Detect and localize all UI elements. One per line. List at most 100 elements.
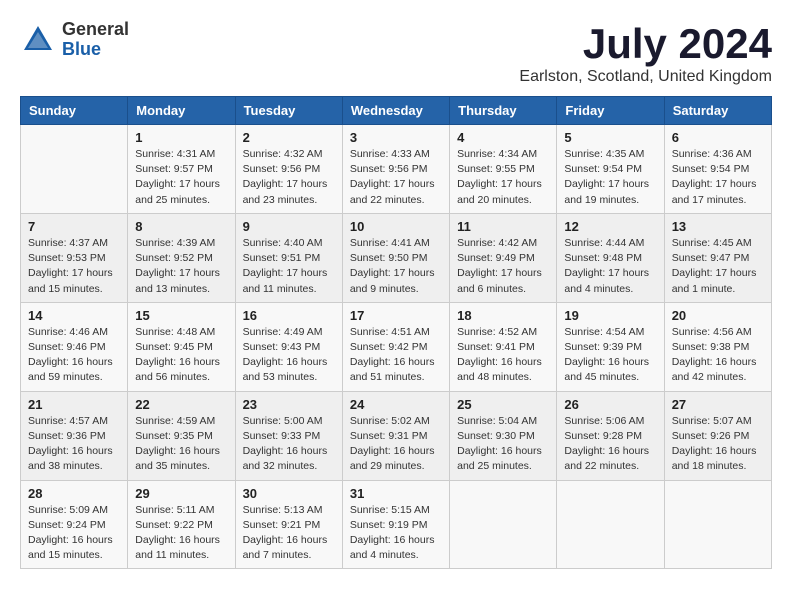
- day-number: 22: [135, 397, 227, 412]
- day-number: 31: [350, 486, 442, 501]
- sunrise-text: Sunrise: 4:52 AM: [457, 326, 537, 338]
- day-number: 13: [672, 219, 764, 234]
- sunset-text: Sunset: 9:30 PM: [457, 430, 535, 442]
- sunset-text: Sunset: 9:38 PM: [672, 341, 750, 353]
- header-friday: Friday: [557, 97, 664, 125]
- day-info: Sunrise: 4:33 AMSunset: 9:56 PMDaylight:…: [350, 147, 442, 208]
- daylight-text: Daylight: 17 hours and 15 minutes.: [28, 267, 113, 294]
- day-info: Sunrise: 5:06 AMSunset: 9:28 PMDaylight:…: [564, 414, 656, 475]
- day-info: Sunrise: 4:49 AMSunset: 9:43 PMDaylight:…: [243, 325, 335, 386]
- sunrise-text: Sunrise: 4:48 AM: [135, 326, 215, 338]
- calendar-cell: 31Sunrise: 5:15 AMSunset: 9:19 PMDayligh…: [342, 480, 449, 569]
- daylight-text: Daylight: 16 hours and 25 minutes.: [457, 445, 542, 472]
- sunrise-text: Sunrise: 4:54 AM: [564, 326, 644, 338]
- calendar-cell: 9 Sunrise: 4:40 AM Sunset: 9:51 PM Daylight…: [235, 213, 342, 302]
- header-sunday: Sunday: [21, 97, 128, 125]
- sunset-text: Sunset: 9:42 PM: [350, 341, 428, 353]
- calendar-table: Sunday Monday Tuesday Wednesday Thursday…: [20, 96, 772, 569]
- day-number: 27: [672, 397, 764, 412]
- calendar-cell: 8Sunrise: 4:39 AMSunset: 9:52 PMDaylight…: [128, 213, 235, 302]
- daylight-text: Daylight: 16 hours and 4 minutes.: [350, 534, 435, 561]
- day-info: Sunrise: 4:42 AMSunset: 9:49 PMDaylight:…: [457, 236, 549, 297]
- day-number: 9: [243, 219, 335, 234]
- daylight-text: Daylight: 17 hours and 20 minutes.: [457, 178, 542, 205]
- day-number: 28: [28, 486, 120, 501]
- logo-text: General Blue: [62, 20, 129, 60]
- daylight-text: Daylight: 16 hours and 22 minutes.: [564, 445, 649, 472]
- daylight-text: Daylight: 16 hours and 7 minutes.: [243, 534, 328, 561]
- day-number: 5: [564, 130, 656, 145]
- daylight-text: Daylight: 17 hours and 19 minutes.: [564, 178, 649, 205]
- daylight-text: Daylight: 17 hours and 1 minute.: [672, 267, 757, 294]
- day-info: Sunrise: 4:59 AMSunset: 9:35 PMDaylight:…: [135, 414, 227, 475]
- sunset-text: Sunset: 9:41 PM: [457, 341, 535, 353]
- day-info: Sunrise: 4:36 AMSunset: 9:54 PMDaylight:…: [672, 147, 764, 208]
- sunset-text: Sunset: 9:46 PM: [28, 341, 106, 353]
- calendar-cell: 24Sunrise: 5:02 AMSunset: 9:31 PMDayligh…: [342, 391, 449, 480]
- sunrise-text: Sunrise: 5:04 AM: [457, 415, 537, 427]
- daylight-text: Daylight: 16 hours and 15 minutes.: [28, 534, 113, 561]
- sunset-text: Sunset: 9:51 PM: [243, 252, 321, 264]
- day-info: Sunrise: 4:48 AM Sunset: 9:45 PM Daylight:…: [135, 325, 227, 386]
- calendar-cell: 13 Sunrise: 4:45 AMSunset: 9:47 PMDayligh…: [664, 213, 771, 302]
- day-info: Sunrise: 4:51 AMSunset: 9:42 PMDaylight:…: [350, 325, 442, 386]
- calendar-week-1: 1Sunrise: 4:31 AMSunset: 9:57 PMDaylight…: [21, 125, 772, 214]
- calendar-cell: 7Sunrise: 4:37 AMSunset: 9:53 PMDaylight…: [21, 213, 128, 302]
- daylight-text: Daylight: 17 hours and 13 minutes.: [135, 267, 220, 294]
- calendar-cell: [21, 125, 128, 214]
- sunset-text: Sunset: 9:35 PM: [135, 430, 213, 442]
- day-info: Sunrise: 5:13 AMSunset: 9:21 PMDaylight:…: [243, 503, 335, 564]
- sunrise-text: Sunrise: 5:00 AM: [243, 415, 323, 427]
- day-info: Sunrise: 4:45 AMSunset: 9:47 PMDaylight:…: [672, 236, 764, 297]
- day-info: Sunrise: 5:04 AM Sunset: 9:30 PM Daylight:…: [457, 414, 549, 475]
- day-number: 18: [457, 308, 549, 323]
- day-number: 15: [135, 308, 227, 323]
- day-info: Sunrise: 4:52 AM Sunset: 9:41 PM Daylight:…: [457, 325, 549, 386]
- sunset-text: Sunset: 9:31 PM: [350, 430, 428, 442]
- sunset-text: Sunset: 9:56 PM: [350, 163, 428, 175]
- sunrise-text: Sunrise: 4:32 AM: [243, 148, 323, 160]
- daylight-text: Daylight: 16 hours and 11 minutes.: [135, 534, 220, 561]
- sunrise-text: Sunrise: 4:36 AM: [672, 148, 752, 160]
- day-number: 7: [28, 219, 120, 234]
- calendar-cell: 17 Sunrise: 4:51 AMSunset: 9:42 PMDayligh…: [342, 302, 449, 391]
- calendar-cell: 5 Sunrise: 4:35 AMSunset: 9:54 PMDaylight…: [557, 125, 664, 214]
- header-row: Sunday Monday Tuesday Wednesday Thursday…: [21, 97, 772, 125]
- day-info: Sunrise: 4:34 AMSunset: 9:55 PMDaylight:…: [457, 147, 549, 208]
- sunrise-text: Sunrise: 4:56 AM: [672, 326, 752, 338]
- day-number: 19: [564, 308, 656, 323]
- sunset-text: Sunset: 9:21 PM: [243, 519, 321, 531]
- sunrise-text: Sunrise: 4:59 AM: [135, 415, 215, 427]
- sunset-text: Sunset: 9:55 PM: [457, 163, 535, 175]
- daylight-text: Daylight: 16 hours and 59 minutes.: [28, 356, 113, 383]
- day-number: 29: [135, 486, 227, 501]
- daylight-text: Daylight: 16 hours and 48 minutes.: [457, 356, 542, 383]
- day-info: Sunrise: 4:35 AMSunset: 9:54 PMDaylight:…: [564, 147, 656, 208]
- day-number: 17: [350, 308, 442, 323]
- sunrise-text: Sunrise: 5:07 AM: [672, 415, 752, 427]
- day-info: Sunrise: 5:00 AMSunset: 9:33 PMDaylight:…: [243, 414, 335, 475]
- sunrise-text: Sunrise: 5:09 AM: [28, 504, 108, 516]
- logo: General Blue: [20, 20, 129, 60]
- calendar-week-4: 21Sunrise: 4:57 AMSunset: 9:36 PMDayligh…: [21, 391, 772, 480]
- calendar-cell: 23Sunrise: 5:00 AMSunset: 9:33 PMDayligh…: [235, 391, 342, 480]
- daylight-text: Daylight: 16 hours and 51 minutes.: [350, 356, 435, 383]
- sunset-text: Sunset: 9:45 PM: [135, 341, 213, 353]
- sunset-text: Sunset: 9:36 PM: [28, 430, 106, 442]
- daylight-text: Daylight: 16 hours and 32 minutes.: [243, 445, 328, 472]
- daylight-text: Daylight: 16 hours and 45 minutes.: [564, 356, 649, 383]
- day-number: 3: [350, 130, 442, 145]
- sunrise-text: Sunrise: 4:40 AM: [243, 237, 323, 249]
- sunset-text: Sunset: 9:54 PM: [672, 163, 750, 175]
- header-monday: Monday: [128, 97, 235, 125]
- day-number: 4: [457, 130, 549, 145]
- daylight-text: Daylight: 17 hours and 11 minutes.: [243, 267, 328, 294]
- sunset-text: Sunset: 9:28 PM: [564, 430, 642, 442]
- day-info: Sunrise: 5:09 AMSunset: 9:24 PMDaylight:…: [28, 503, 120, 564]
- calendar-cell: 25Sunrise: 5:04 AMSunset: 9:30 PMDayligh…: [450, 391, 557, 480]
- day-number: 1: [135, 130, 227, 145]
- calendar-cell: [450, 480, 557, 569]
- logo-blue-text: Blue: [62, 40, 129, 60]
- daylight-text: Daylight: 16 hours and 56 minutes.: [135, 356, 220, 383]
- calendar-body: 1Sunrise: 4:31 AMSunset: 9:57 PMDaylight…: [21, 125, 772, 569]
